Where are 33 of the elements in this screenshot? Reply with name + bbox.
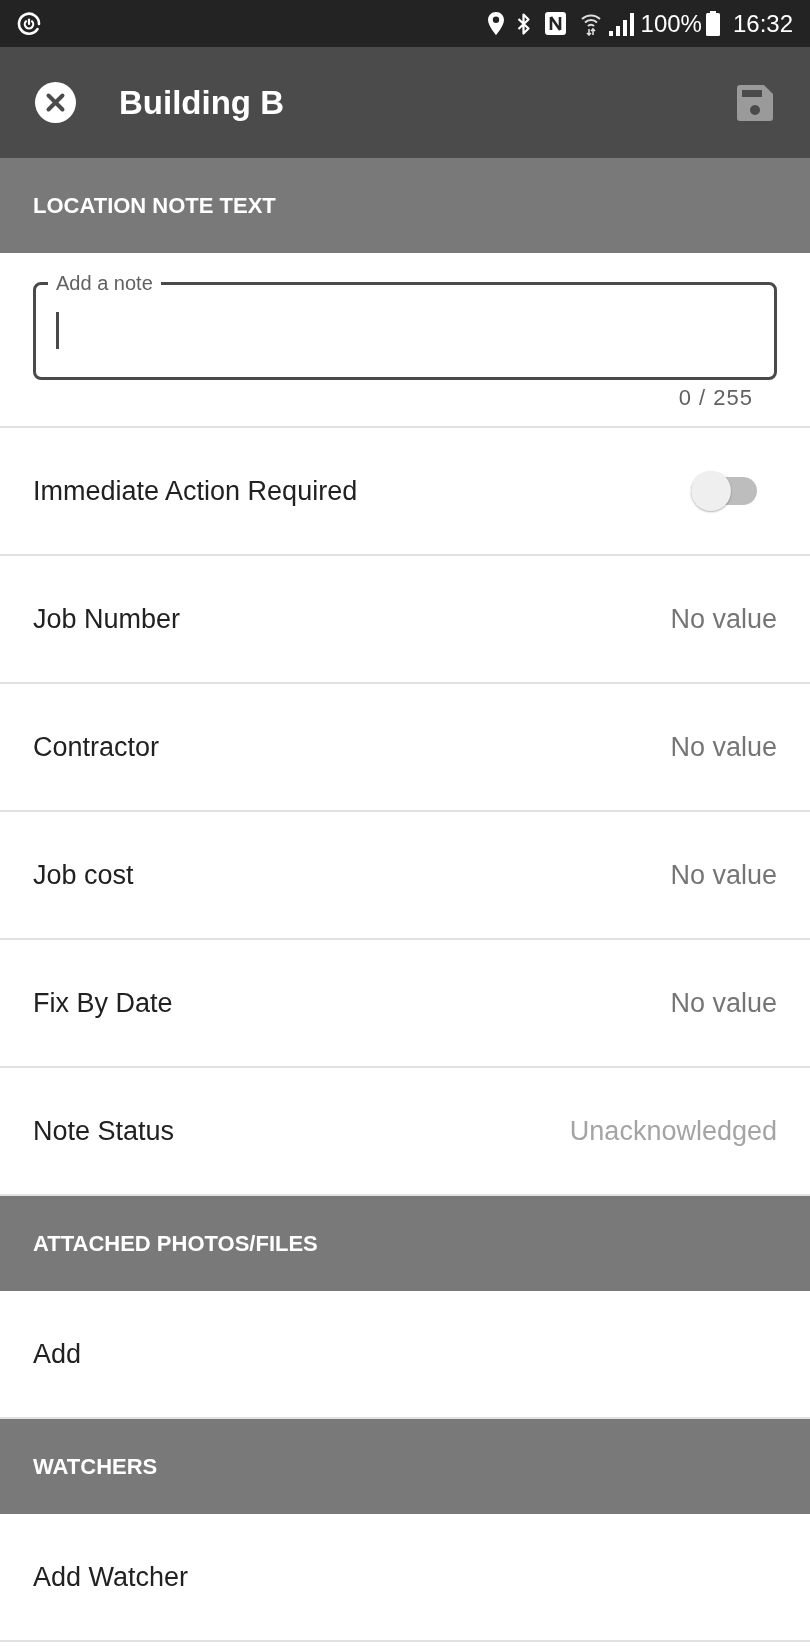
field-label: Immediate Action Required [33, 475, 358, 507]
action-item[interactable]: Add [33, 1338, 82, 1370]
signal-icon [608, 11, 635, 36]
clock-time: 16:32 [732, 9, 793, 38]
character-counter: 0 / 255 [677, 385, 753, 411]
section-header: LOCATION NOTE TEXT [0, 158, 810, 253]
field-value: Unacknowledged [569, 1115, 777, 1147]
note-field[interactable]: Add a note [33, 274, 777, 380]
field-value[interactable]: No value [670, 603, 777, 635]
location-icon [487, 12, 504, 35]
save-icon [737, 84, 773, 121]
field-label: Fix By Date [33, 987, 173, 1019]
battery-percentage: 100% [640, 9, 702, 38]
field-label: Contractor [33, 731, 160, 763]
nfc-icon [544, 12, 566, 35]
field-value[interactable]: No value [670, 987, 777, 1019]
bluetooth-icon [516, 11, 531, 36]
field-label: Note Status [33, 1115, 175, 1147]
field-value[interactable]: No value [670, 859, 777, 891]
wifi-icon [580, 11, 601, 36]
action-item[interactable]: Add Watcher [33, 1561, 189, 1593]
battery-icon [705, 11, 720, 36]
field-label: Job cost [33, 859, 134, 891]
toggle-switch[interactable] [691, 471, 757, 511]
close-icon [35, 82, 76, 123]
section-header: ATTACHED PHOTOS/FILES [0, 1196, 810, 1291]
power-icon [17, 11, 41, 36]
section-header: WATCHERS [0, 1419, 810, 1514]
field-label: Job Number [33, 603, 181, 635]
screen-title: Building B [119, 82, 284, 123]
close-button[interactable] [35, 82, 76, 123]
field-value[interactable]: No value [670, 731, 777, 763]
text-cursor-icon [56, 312, 59, 349]
